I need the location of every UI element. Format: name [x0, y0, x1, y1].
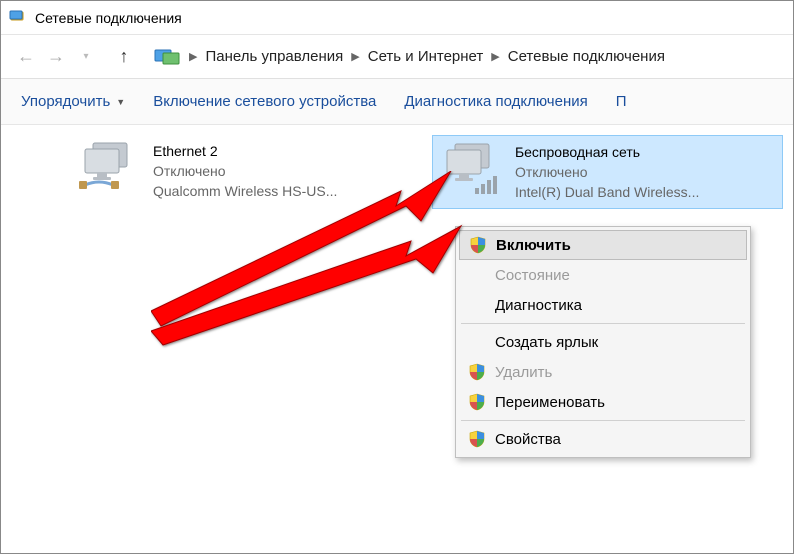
nav-up-button[interactable]: ↑: [109, 42, 139, 72]
adapter-info: Ethernet 2 Отключено Qualcomm Wireless H…: [153, 141, 414, 201]
menu-properties-label: Свойства: [495, 431, 739, 448]
breadcrumb-root[interactable]: Панель управления: [199, 44, 349, 69]
chevron-down-icon: ▼: [116, 97, 125, 107]
menu-diagnose[interactable]: Диагностика: [459, 290, 747, 320]
menu-state: Состояние: [459, 260, 747, 290]
blank-icon: [467, 265, 487, 285]
breadcrumb-connections[interactable]: Сетевые подключения: [502, 44, 671, 69]
nav-forward-button[interactable]: →: [41, 42, 71, 72]
window-title: Сетевые подключения: [35, 10, 182, 26]
breadcrumb-network[interactable]: Сеть и Интернет: [362, 44, 490, 69]
menu-shortcut[interactable]: Создать ярлык: [459, 327, 747, 357]
chevron-right-icon[interactable]: ▶: [489, 50, 501, 63]
adapter-item-wireless[interactable]: Беспроводная сеть Отключено Intel(R) Dua…: [432, 135, 783, 209]
menu-separator: [461, 420, 745, 421]
nav-recent-button[interactable]: ▾: [71, 42, 101, 72]
nav-back-button[interactable]: ←: [11, 42, 41, 72]
chevron-right-icon[interactable]: ▶: [349, 50, 361, 63]
navbar: ← → ▾ ↑ ▶ Панель управления ▶ Сеть и Инт…: [1, 35, 793, 79]
adapter-description: Qualcomm Wireless HS-US...: [153, 181, 414, 201]
menu-delete: Удалить: [459, 357, 747, 387]
menu-properties[interactable]: Свойства: [459, 424, 747, 454]
menu-shortcut-label: Создать ярлык: [495, 334, 739, 351]
adapter-status: Отключено: [515, 162, 774, 182]
menu-rename[interactable]: Переименовать: [459, 387, 747, 417]
toolbar: Упорядочить ▼ Включение сетевого устройс…: [1, 79, 793, 125]
adapter-status: Отключено: [153, 161, 414, 181]
menu-rename-label: Переименовать: [495, 394, 739, 411]
adapter-name: Ethernet 2: [153, 141, 414, 161]
ethernet-adapter-icon: [79, 141, 143, 197]
toolbar-overflow[interactable]: П: [602, 85, 629, 118]
titlebar: Сетевые подключения: [1, 1, 793, 35]
blank-icon: [467, 332, 487, 352]
window-icon: [9, 9, 27, 27]
menu-separator: [461, 323, 745, 324]
menu-enable-label: Включить: [496, 237, 738, 254]
shield-icon: [467, 429, 487, 449]
menu-enable[interactable]: Включить: [459, 230, 747, 260]
organize-button[interactable]: Упорядочить ▼: [7, 85, 139, 118]
adapter-item-ethernet[interactable]: Ethernet 2 Отключено Qualcomm Wireless H…: [71, 135, 422, 209]
adapter-name: Беспроводная сеть: [515, 142, 774, 162]
annotation-arrow: [151, 221, 471, 351]
menu-state-label: Состояние: [495, 267, 739, 284]
enable-device-button[interactable]: Включение сетевого устройства: [139, 85, 390, 118]
blank-icon: [467, 295, 487, 315]
menu-diagnose-label: Диагностика: [495, 297, 739, 314]
diagnose-button[interactable]: Диагностика подключения: [390, 85, 601, 118]
context-menu: Включить Состояние Диагностика Создать я…: [455, 226, 751, 458]
adapter-info: Беспроводная сеть Отключено Intel(R) Dua…: [515, 142, 774, 202]
control-panel-icon: [153, 47, 181, 67]
organize-label: Упорядочить: [21, 93, 110, 110]
wireless-adapter-icon: [441, 142, 505, 198]
chevron-right-icon[interactable]: ▶: [187, 50, 199, 63]
adapter-description: Intel(R) Dual Band Wireless...: [515, 182, 774, 202]
adapter-list: Ethernet 2 Отключено Qualcomm Wireless H…: [1, 125, 793, 219]
shield-icon: [467, 362, 487, 382]
shield-icon: [467, 392, 487, 412]
menu-delete-label: Удалить: [495, 364, 739, 381]
shield-icon: [468, 235, 488, 255]
